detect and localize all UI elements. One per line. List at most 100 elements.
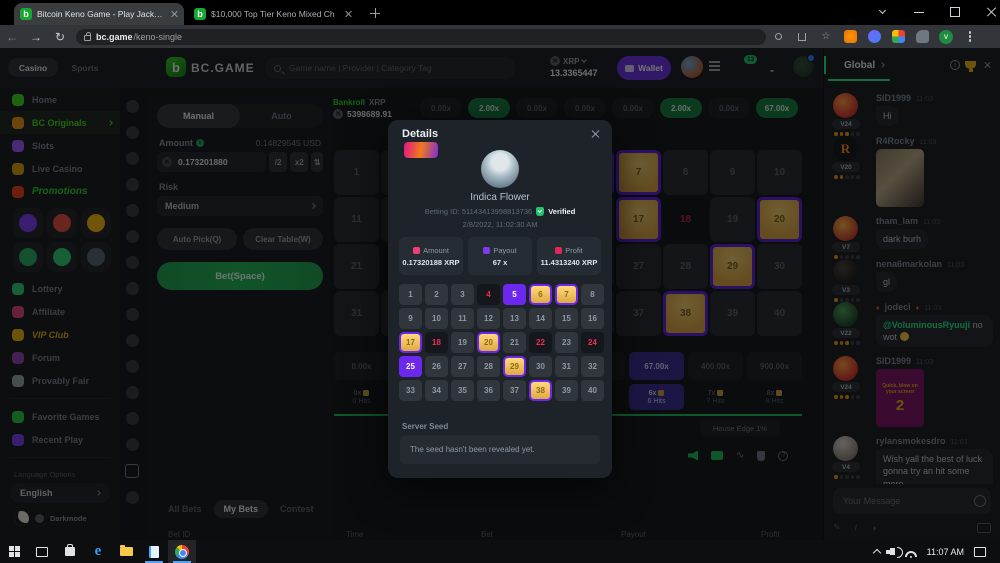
profit-coins-icon [555, 247, 562, 254]
modal-keno-cell-25: 25 [399, 356, 422, 377]
browser-tab[interactable]: bBitcoin Keno Game - Play Jacks o [14, 3, 184, 25]
modal-keno-cell-26: 26 [425, 356, 448, 377]
window-close-icon[interactable] [986, 7, 996, 17]
tab-title: Bitcoin Keno Game - Play Jacks o [37, 9, 165, 19]
modal-keno-cell-15: 15 [555, 308, 578, 329]
file-explorer-button[interactable] [112, 540, 140, 563]
address-bar[interactable]: bc.game /keno-single [76, 29, 766, 45]
url-path: /keno-single [134, 32, 183, 42]
modal-keno-cell-13: 13 [503, 308, 526, 329]
system-tray: 11:07 AM [874, 547, 1000, 557]
taskbar-apps: e [0, 540, 196, 563]
modal-keno-cell-38: 38 [529, 380, 552, 401]
extensions-puzzle-icon[interactable] [910, 30, 934, 43]
modal-keno-cell-14: 14 [529, 308, 552, 329]
forward-icon[interactable]: → [24, 30, 48, 44]
browser-tab[interactable]: b$10,000 Top Tier Keno Mixed Ch [188, 3, 358, 25]
tab-close-icon[interactable] [170, 10, 178, 18]
stat-payout: Payout67 x [468, 237, 532, 275]
window-maximize-icon[interactable] [950, 7, 960, 17]
browser-toolbar: ← → ↻ bc.game /keno-single ☆ v [0, 25, 1000, 48]
modal-keno-cell-24: 24 [581, 332, 604, 353]
browser-profile-avatar[interactable]: v [934, 30, 958, 44]
reload-icon[interactable]: ↻ [48, 30, 72, 44]
modal-keno-cell-22: 22 [529, 332, 552, 353]
modal-keno-cell-30: 30 [529, 356, 552, 377]
modal-keno-cell-8: 8 [581, 284, 604, 305]
verified-shield-icon [536, 207, 544, 216]
modal-keno-cell-31: 31 [555, 356, 578, 377]
win-pane [15, 552, 20, 557]
stat-label: Amount [423, 246, 449, 255]
hidden-icons-chevron[interactable] [872, 549, 880, 557]
modal-keno-cell-39: 39 [555, 380, 578, 401]
wifi-icon[interactable] [905, 551, 917, 557]
extension-firefox-icon[interactable] [838, 30, 862, 43]
modal-keno-cell-4: 4 [477, 284, 500, 305]
stat-amount: Amount0.17320188 XRP [399, 237, 463, 275]
volume-icon[interactable] [890, 548, 895, 555]
window-minimize-icon[interactable] [914, 7, 924, 13]
modal-keno-cell-29: 29 [503, 356, 526, 377]
file-explorer-icon [120, 547, 133, 556]
modal-keno-cell-9: 9 [399, 308, 422, 329]
edge-icon: e [95, 543, 102, 560]
stat-value: 11.4313240 XRP [541, 258, 598, 267]
browser-tab-bar: bBitcoin Keno Game - Play Jacks ob$10,00… [0, 0, 1000, 25]
stat-label-row: Payout [483, 246, 516, 255]
betting-id-label: Betting ID: [425, 207, 460, 216]
betting-id-value: 51143413998813736 [462, 207, 532, 216]
extension-photos-icon[interactable] [886, 30, 910, 43]
modal-keno-cell-33: 33 [399, 380, 422, 401]
player-avatar[interactable] [481, 150, 519, 188]
new-tab-button[interactable] [370, 8, 380, 18]
modal-keno-grid: 1234567891011121314151617181920212223242… [399, 284, 604, 401]
action-center-icon[interactable] [974, 547, 986, 557]
bookmark-star-icon[interactable]: ☆ [814, 31, 838, 42]
modal-keno-cell-17: 17 [399, 332, 422, 353]
clock[interactable]: 11:07 AM [927, 547, 964, 557]
url-domain: bc.game [96, 32, 133, 42]
modal-keno-cell-12: 12 [477, 308, 500, 329]
win-pane [9, 546, 14, 551]
search-tabs-icon[interactable] [766, 33, 790, 40]
verified-label: Verified [548, 207, 575, 216]
chrome-icon [175, 545, 189, 559]
stat-label-row: Profit [555, 246, 583, 255]
modal-keno-cell-35: 35 [451, 380, 474, 401]
stat-label: Payout [493, 246, 516, 255]
server-seed-value: The seed hasn't been revealed yet. [400, 435, 600, 464]
store-button[interactable] [56, 540, 84, 563]
modal-keno-cell-16: 16 [581, 308, 604, 329]
modal-keno-cell-5: 5 [503, 284, 526, 305]
bet-timestamp: 2/8/2022, 11:02:30 AM [388, 220, 612, 229]
win-pane [15, 546, 20, 551]
share-icon[interactable] [790, 33, 814, 41]
store-icon [65, 547, 75, 556]
extension-purple-icon[interactable] [862, 30, 886, 43]
chrome-button[interactable] [168, 540, 196, 563]
amount-coins-icon [413, 247, 420, 254]
modal-keno-cell-23: 23 [555, 332, 578, 353]
browser-menu-icon[interactable] [958, 35, 982, 38]
window-menu-chevron-icon[interactable] [879, 7, 886, 14]
tab-close-icon[interactable] [344, 10, 352, 18]
modal-keno-cell-6: 6 [529, 284, 552, 305]
payout-wallet-icon [483, 247, 490, 254]
task-view-button[interactable] [28, 540, 56, 563]
modal-keno-cell-2: 2 [425, 284, 448, 305]
modal-keno-cell-19: 19 [451, 332, 474, 353]
server-seed-label: Server Seed [402, 422, 448, 431]
modal-keno-cell-3: 3 [451, 284, 474, 305]
bet-details-modal: Details Indica Flower Betting ID: 511434… [388, 120, 612, 478]
modal-keno-cell-32: 32 [581, 356, 604, 377]
stat-label: Profit [565, 246, 583, 255]
windows-taskbar: e 11:07 AM [0, 540, 1000, 563]
modal-keno-cell-7: 7 [555, 284, 578, 305]
back-icon[interactable]: ← [0, 30, 24, 44]
win-pane [9, 552, 14, 557]
start-button[interactable] [0, 540, 28, 563]
modal-keno-cell-28: 28 [477, 356, 500, 377]
notepad-button[interactable] [140, 540, 168, 563]
edge-button[interactable]: e [84, 540, 112, 563]
